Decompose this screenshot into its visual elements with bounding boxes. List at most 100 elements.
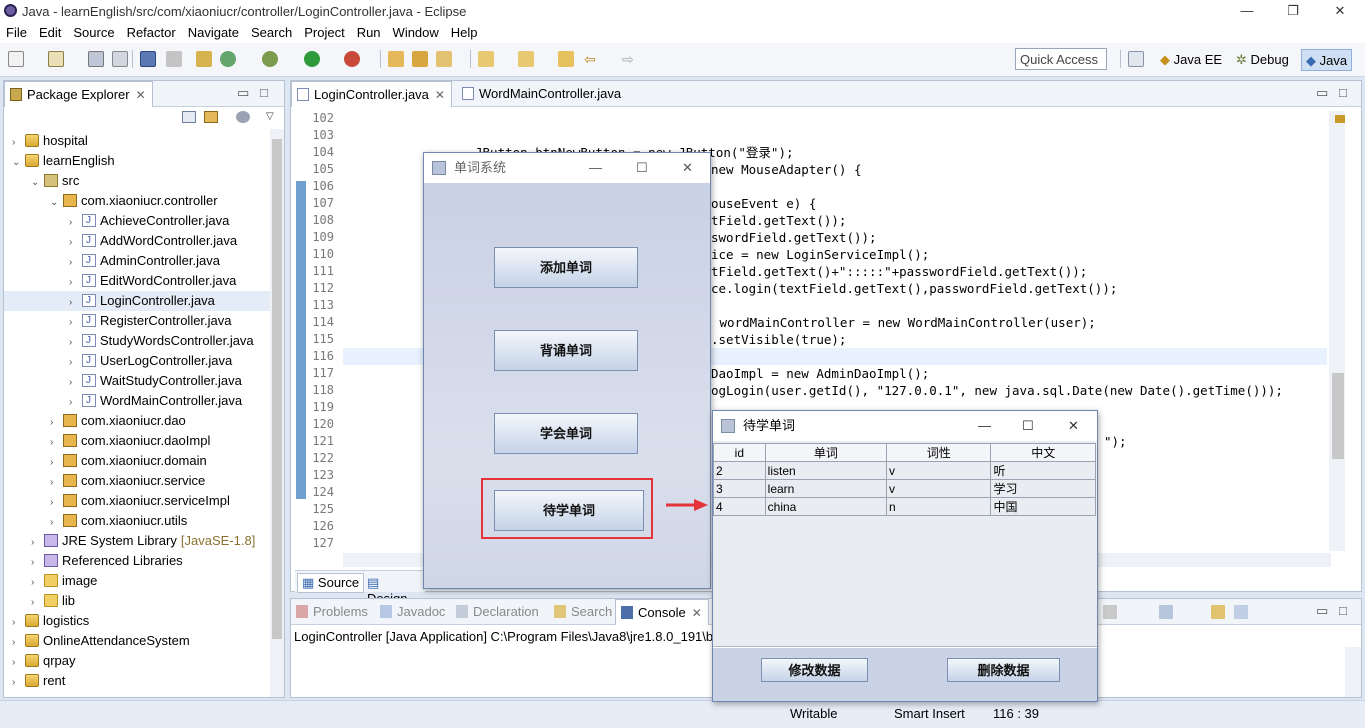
chevron-right-icon[interactable]: › bbox=[31, 533, 41, 553]
pin-console-icon[interactable] bbox=[1211, 605, 1225, 619]
view-menu-icon[interactable]: ▽ bbox=[266, 111, 274, 122]
code-line[interactable]: new MouseAdapter() { bbox=[711, 161, 862, 178]
tab-console[interactable]: Console ✕ bbox=[615, 599, 709, 625]
menu-navigate[interactable]: Navigate bbox=[182, 23, 245, 40]
refresh-icon[interactable] bbox=[220, 51, 236, 67]
chevron-down-icon[interactable]: ⌄ bbox=[31, 173, 41, 193]
open-type-icon[interactable] bbox=[388, 51, 404, 67]
link-editor-icon[interactable] bbox=[204, 111, 218, 123]
close-icon[interactable]: ✕ bbox=[136, 88, 146, 102]
tree-item[interactable]: › AddWordController.java bbox=[4, 231, 270, 251]
tree-item[interactable]: › WaitStudyController.java bbox=[4, 371, 270, 391]
tree-item[interactable]: › com.xiaoniucr.domain bbox=[4, 451, 270, 471]
tree-item[interactable]: › com.xiaoniucr.serviceImpl bbox=[4, 491, 270, 511]
chevron-right-icon[interactable]: › bbox=[69, 353, 79, 373]
chevron-right-icon[interactable]: › bbox=[31, 593, 41, 613]
minimize-button[interactable]: — bbox=[589, 153, 602, 183]
restore-button[interactable]: ❐ bbox=[1270, 0, 1316, 23]
table-cell[interactable]: 中国 bbox=[990, 497, 1096, 516]
chevron-right-icon[interactable]: › bbox=[50, 433, 60, 453]
chevron-down-icon[interactable]: ⌄ bbox=[12, 153, 22, 173]
tree-item[interactable]: › JRE System Library [JavaSE-1.8] bbox=[4, 531, 270, 551]
table-cell[interactable]: 2 bbox=[713, 461, 766, 480]
run-external-icon[interactable] bbox=[344, 51, 360, 67]
maximize-button[interactable]: ☐ bbox=[636, 153, 648, 183]
modify-data-button[interactable]: 修改数据 bbox=[761, 658, 868, 682]
tree-item[interactable]: › image bbox=[4, 571, 270, 591]
menu-source[interactable]: Source bbox=[67, 23, 120, 40]
forward-icon[interactable]: ⇨ bbox=[622, 51, 638, 67]
column-header[interactable]: id bbox=[713, 443, 766, 462]
tree-item[interactable]: › StudyWordsController.java bbox=[4, 331, 270, 351]
maximize-button[interactable]: ☐ bbox=[1022, 411, 1034, 441]
table-cell[interactable]: learn bbox=[764, 479, 887, 498]
add-word-button[interactable]: 添加单词 bbox=[494, 247, 638, 288]
table-cell[interactable]: 4 bbox=[713, 497, 766, 516]
new-wizard-icon[interactable] bbox=[48, 51, 64, 67]
chevron-right-icon[interactable]: › bbox=[12, 133, 22, 153]
tree-item[interactable]: › com.xiaoniucr.utils bbox=[4, 511, 270, 531]
chevron-right-icon[interactable]: › bbox=[50, 513, 60, 533]
terminate-icon[interactable] bbox=[1103, 605, 1117, 619]
perspective-java[interactable]: ◆ Java bbox=[1301, 49, 1353, 71]
minimize-button[interactable]: — bbox=[1224, 0, 1270, 23]
tree-item[interactable]: ⌄ src bbox=[4, 171, 270, 191]
tree-item[interactable]: › WordMainController.java bbox=[4, 391, 270, 411]
chevron-right-icon[interactable]: › bbox=[69, 333, 79, 353]
chevron-right-icon[interactable]: › bbox=[69, 313, 79, 333]
chevron-right-icon[interactable]: › bbox=[69, 393, 79, 413]
tree-item[interactable]: › AchieveController.java bbox=[4, 211, 270, 231]
back-icon[interactable]: ⇦ bbox=[584, 51, 600, 67]
tab-source[interactable]: ▦ Source bbox=[297, 573, 365, 593]
column-header[interactable]: 中文 bbox=[990, 443, 1096, 462]
learned-word-button[interactable]: 学会单词 bbox=[494, 413, 638, 454]
table-cell[interactable]: listen bbox=[764, 461, 887, 480]
chevron-right-icon[interactable]: › bbox=[12, 633, 22, 653]
maximize-view-icon[interactable]: □ bbox=[260, 85, 268, 100]
chevron-right-icon[interactable]: › bbox=[69, 213, 79, 233]
new-icon[interactable] bbox=[8, 51, 24, 67]
chevron-right-icon[interactable]: › bbox=[50, 413, 60, 433]
open-task-icon[interactable] bbox=[412, 51, 428, 67]
quick-access-input[interactable]: Quick Access bbox=[1015, 48, 1107, 70]
menu-help[interactable]: Help bbox=[445, 23, 484, 40]
code-line[interactable]: ouseEvent e) { bbox=[711, 195, 816, 212]
save-icon[interactable] bbox=[88, 51, 104, 67]
focus-icon[interactable] bbox=[236, 111, 250, 123]
code-line[interactable]: ce.login(textField.getText(),passwordFie… bbox=[711, 280, 1117, 297]
code-line[interactable]: tField.getText()+":::::"+passwordField.g… bbox=[711, 263, 1087, 280]
table-row[interactable]: 2 listen v 听 bbox=[713, 461, 1096, 480]
column-header[interactable]: 单词 bbox=[764, 443, 887, 462]
menu-search[interactable]: Search bbox=[245, 23, 298, 40]
save-all-icon[interactable] bbox=[112, 51, 128, 67]
minimize-console-icon[interactable]: ▭ bbox=[1316, 603, 1328, 619]
tree-item[interactable]: › RegisterController.java bbox=[4, 311, 270, 331]
tree-item[interactable]: › AdminController.java bbox=[4, 251, 270, 271]
menu-file[interactable]: File bbox=[0, 23, 33, 40]
tree-item[interactable]: › logistics bbox=[4, 611, 270, 631]
editor-vscroll-thumb[interactable] bbox=[1332, 373, 1344, 459]
chevron-right-icon[interactable]: › bbox=[31, 573, 41, 593]
chevron-right-icon[interactable]: › bbox=[12, 673, 22, 693]
chevron-right-icon[interactable]: › bbox=[50, 453, 60, 473]
close-tab-icon[interactable]: ✕ bbox=[435, 88, 445, 102]
delete-data-button[interactable]: 删除数据 bbox=[947, 658, 1060, 682]
tab-search[interactable]: Search bbox=[549, 599, 618, 625]
menu-refactor[interactable]: Refactor bbox=[121, 23, 182, 40]
tree-item[interactable]: ⌄ com.xiaoniucr.controller bbox=[4, 191, 270, 211]
prev-annotation-icon[interactable] bbox=[518, 51, 534, 67]
tree-scrollbar-thumb[interactable] bbox=[272, 139, 282, 639]
code-line[interactable]: "); bbox=[1104, 433, 1127, 450]
code-line[interactable]: tField.getText()); bbox=[711, 212, 846, 229]
chevron-right-icon[interactable]: › bbox=[69, 253, 79, 273]
perspective-java-ee[interactable]: ◆ Java EE bbox=[1156, 49, 1226, 71]
tab-word-main-controller[interactable]: WordMainController.java bbox=[457, 81, 627, 107]
chevron-right-icon[interactable]: › bbox=[12, 653, 22, 673]
maximize-console-icon[interactable]: □ bbox=[1339, 603, 1347, 618]
menu-run[interactable]: Run bbox=[351, 23, 387, 40]
table-row[interactable]: 4 china n 中国 bbox=[713, 497, 1096, 516]
table-cell[interactable]: v bbox=[885, 479, 992, 498]
code-line[interactable]: DaoImpl = new AdminDaoImpl(); bbox=[711, 365, 929, 382]
skip-breakpoints-icon[interactable] bbox=[166, 51, 182, 67]
table-cell[interactable]: 听 bbox=[990, 461, 1096, 480]
